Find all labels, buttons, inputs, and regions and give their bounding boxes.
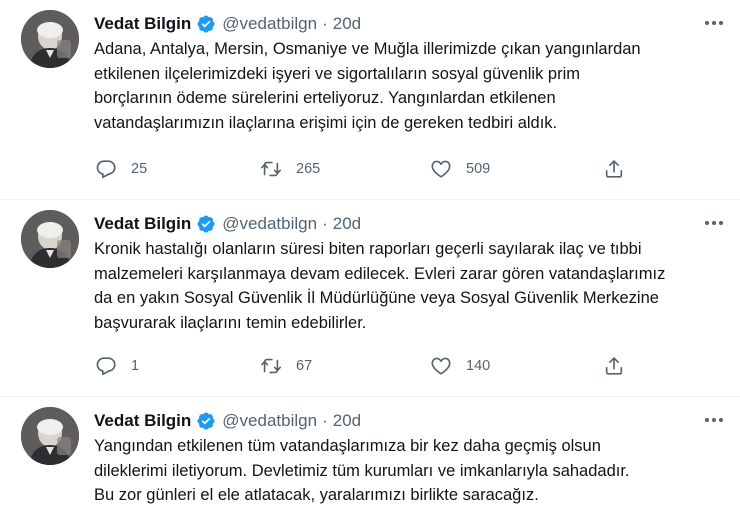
retweet-count: 67 [296,358,313,374]
tweet-text-line: borçlarının ödeme sürelerini erteliyoruz… [94,89,556,107]
tweet-text-line: etkilenen ilçelerimizdeki işyeri ve sigo… [94,64,581,83]
tweet-text-line: Adana, Antalya, Mersin, Osmaniye ve Muğl… [94,40,641,58]
tweet-text-line: da en yakın Sosyal Güvenlik İl Müdürlüğü… [94,289,659,307]
verified-badge-icon [196,14,216,34]
verified-badge-icon [196,411,216,431]
tweet-timestamp[interactable]: 20d [333,214,361,234]
more-options-icon[interactable] [702,410,726,430]
tweet-text: Yangından etkilenen tüm vatandaşlarımıza… [94,434,734,508]
tweet[interactable]: Vedat Bilgin @vedatbilgn · 20d Yangından… [0,397,740,511]
like-button[interactable]: 509 [430,157,490,181]
tweet-text-line: dileklerimi iletiyorum. Devletimiz tüm k… [94,461,630,480]
share-icon [603,355,625,377]
like-icon [430,355,452,377]
author-name[interactable]: Vedat Bilgin [94,214,191,234]
tweet-text: Adana, Antalya, Mersin, Osmaniye ve Muğl… [94,37,734,135]
avatar[interactable] [21,210,79,268]
tweet-timestamp[interactable]: 20d [333,411,361,431]
author-handle[interactable]: @vedatbilgn [222,14,317,34]
author-handle[interactable]: @vedatbilgn [222,214,317,234]
reply-button[interactable]: 1 [95,354,139,378]
avatar[interactable] [21,10,79,68]
like-icon [430,158,452,180]
tweet-header: Vedat Bilgin @vedatbilgn · 20d [94,213,361,235]
author-handle[interactable]: @vedatbilgn [222,411,317,431]
retweet-count: 265 [296,161,321,177]
tweet-text-line: başvurarak ilaçlarını temin edebilirler. [94,313,367,332]
share-button[interactable] [603,157,625,181]
author-name[interactable]: Vedat Bilgin [94,14,191,34]
more-options-icon[interactable] [702,213,726,233]
tweet-timestamp[interactable]: 20d [333,14,361,34]
reply-count: 25 [131,161,148,177]
more-options-icon[interactable] [702,13,726,33]
like-button[interactable]: 140 [430,354,490,378]
tweet-actions: 25 265 509 [94,157,654,181]
retweet-icon [260,355,282,377]
verified-badge-icon [196,214,216,234]
tweet-text-line: Kronik hastalığı olanların süresi biten … [94,240,642,258]
share-button[interactable] [603,354,625,378]
tweet[interactable]: Vedat Bilgin @vedatbilgn · 20d Adana, An… [0,0,740,200]
share-icon [603,158,625,180]
retweet-button[interactable]: 265 [260,157,320,181]
tweet-actions: 1 67 140 [94,354,654,378]
reply-icon [95,158,117,180]
like-count: 140 [466,358,491,374]
tweet-header: Vedat Bilgin @vedatbilgn · 20d [94,410,361,432]
tweet-text-line: Yangından etkilenen tüm vatandaşlarımıza… [94,437,601,455]
tweet-text-line: vatandaşlarımızın ilaçlarına erişimi içi… [94,113,558,132]
reply-count: 1 [131,358,140,374]
tweet-header: Vedat Bilgin @vedatbilgn · 20d [94,13,361,35]
avatar[interactable] [21,407,79,465]
author-name[interactable]: Vedat Bilgin [94,411,191,431]
retweet-icon [260,158,282,180]
reply-button[interactable]: 25 [95,157,147,181]
separator-dot: · [322,14,328,33]
tweet-text: Kronik hastalığı olanların süresi biten … [94,237,734,335]
retweet-button[interactable]: 67 [260,354,312,378]
separator-dot: · [322,214,328,233]
tweet[interactable]: Vedat Bilgin @vedatbilgn · 20d Kronik ha… [0,200,740,396]
tweet-text-line: Bu zor günleri el ele atlatacak, yaralar… [94,486,539,504]
tweet-text-line: malzemeleri karşılanmaya devam edilecek.… [94,264,666,283]
like-count: 509 [466,161,491,177]
separator-dot: · [322,411,328,430]
reply-icon [95,355,117,377]
